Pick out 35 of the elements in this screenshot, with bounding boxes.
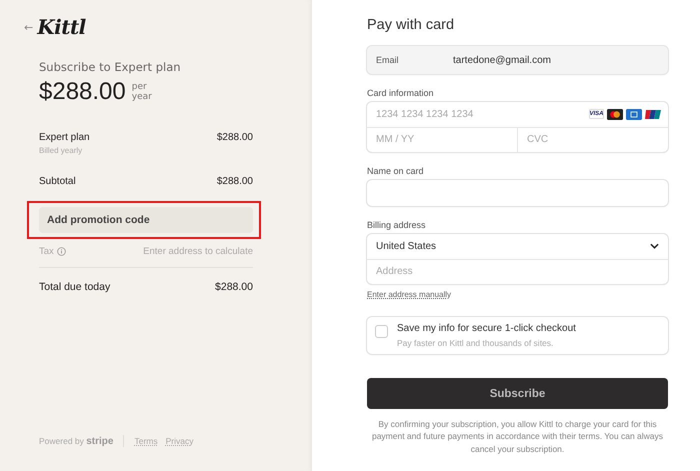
promo-code-button[interactable]: Add promotion code (39, 207, 253, 233)
line-amount: $288.00 (216, 132, 253, 145)
total-label: Total due today (39, 281, 110, 293)
line-amount: $288.00 (216, 176, 253, 187)
cvc-field[interactable]: CVC (517, 128, 668, 152)
address-field[interactable]: Address (367, 260, 668, 284)
chevron-down-icon (650, 243, 659, 250)
line-label: Subtotal (39, 176, 76, 187)
name-field[interactable] (367, 180, 668, 206)
field-label: Card information (367, 88, 435, 98)
total-amount: $288.00 (215, 281, 253, 293)
email-field[interactable]: Email tartedone@gmail.com (367, 46, 668, 74)
mastercard-logo (607, 108, 623, 120)
field-label: Billing address (367, 220, 427, 230)
tax-note: Enter address to calculate (143, 246, 253, 257)
tax-label: Tax (39, 246, 54, 257)
save-info-hint: Pay faster on Kittl and thousands of sites. (397, 338, 554, 348)
card-number-field[interactable]: 1234 1234 1234 1234 (367, 102, 589, 126)
manual-address-link[interactable]: Enter address manually (367, 290, 452, 299)
save-info-label: Save my info for secure 1-click checkout (397, 323, 576, 334)
expiry-field[interactable]: MM / YY (367, 128, 517, 152)
logo: Kittl (37, 15, 86, 39)
field-label: Name on card (367, 166, 425, 176)
plan-heading: Subscribe to Expert plan (39, 60, 182, 74)
save-checkbox[interactable] (375, 325, 388, 338)
price: $288.00 (39, 78, 126, 106)
legal-text: By confirming your subscription, you allow Kittl to charge your card for this payment and future payments in accordance with their terms. You can always cancel your subscription. (370, 418, 664, 455)
powered-by-text: Powered by stripe (39, 436, 114, 446)
form-title: Pay with card (367, 17, 456, 33)
billing-period: per year (132, 82, 153, 102)
info-icon[interactable] (56, 247, 66, 256)
country-select[interactable]: United States (367, 234, 668, 258)
line-label: Expert plan (39, 132, 90, 143)
subscribe-button[interactable]: Subscribe (367, 378, 668, 409)
line-note: Billed yearly (39, 146, 84, 155)
